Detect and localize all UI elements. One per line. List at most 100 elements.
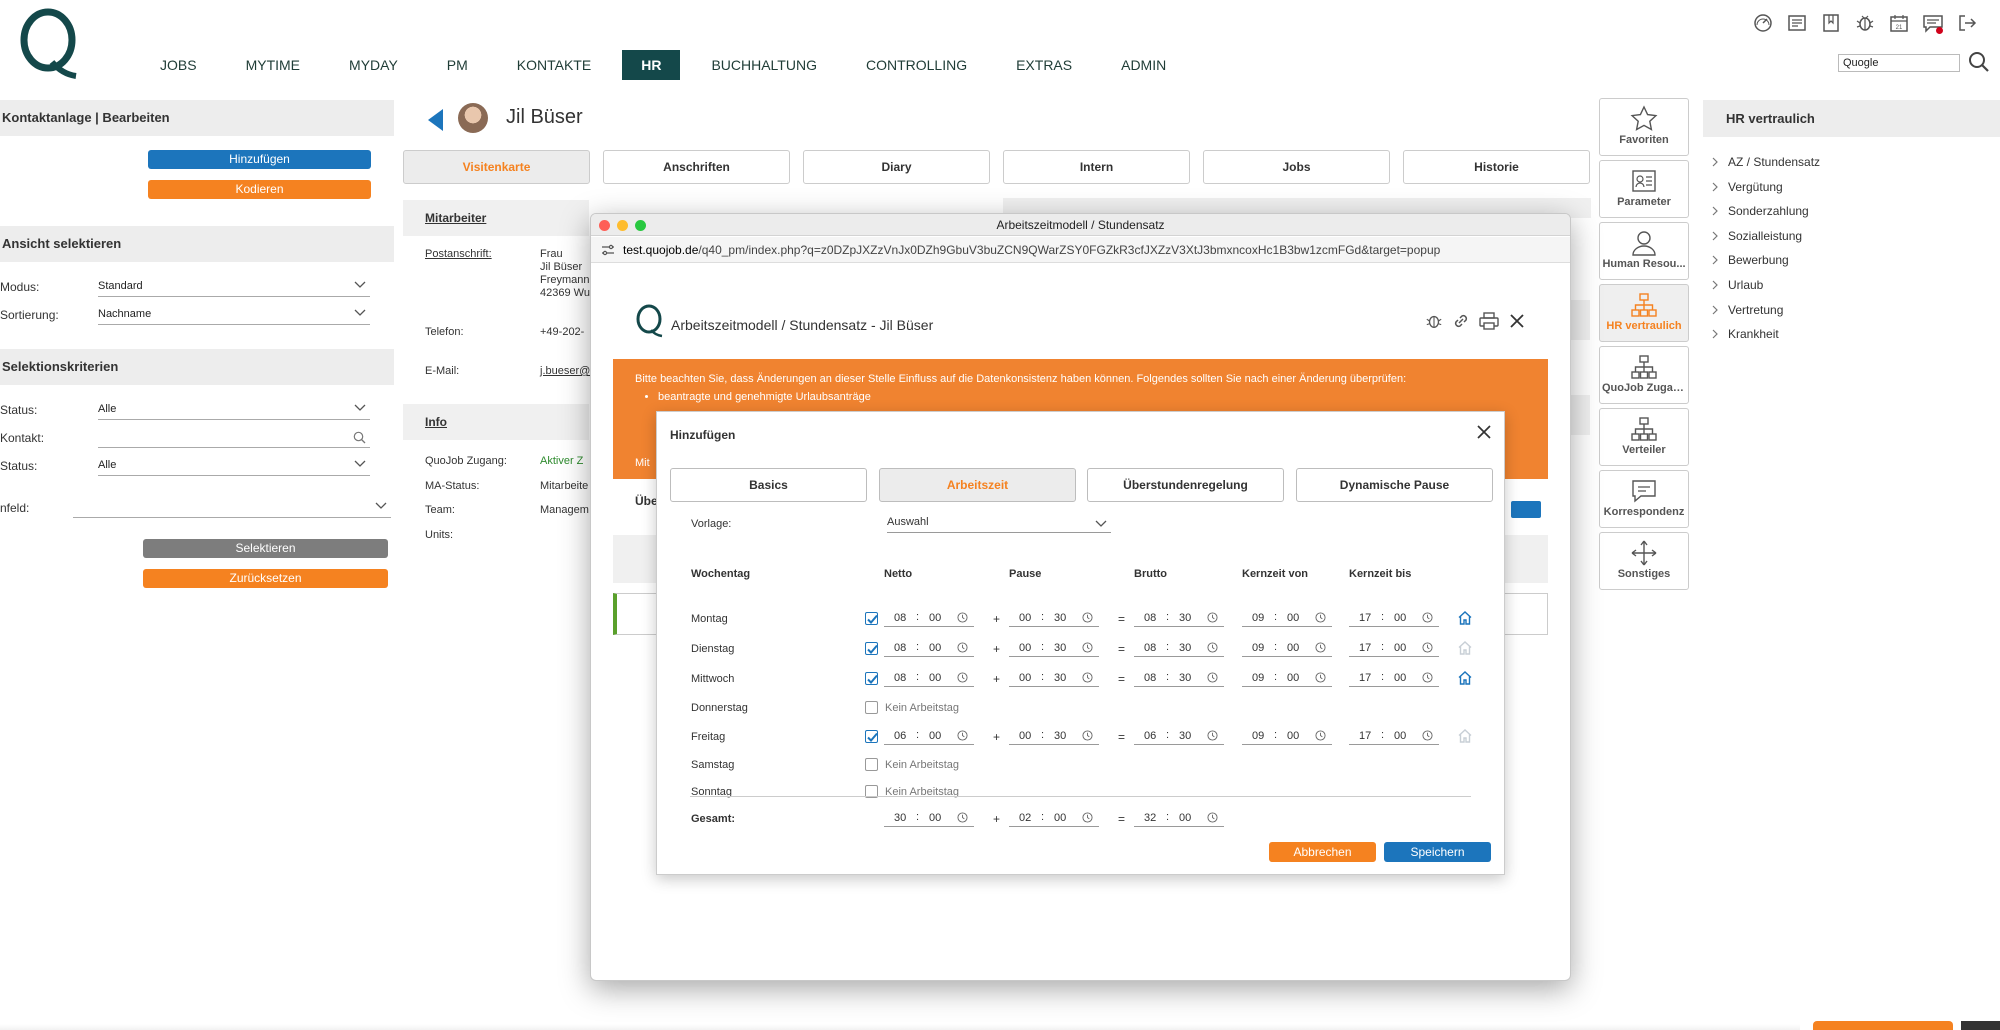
workday-checkbox[interactable] bbox=[865, 612, 878, 625]
pause-time-field[interactable]: 00:30 bbox=[1009, 729, 1099, 745]
phone-value[interactable]: +49-202- bbox=[540, 326, 584, 339]
window-minimize-dot[interactable] bbox=[617, 220, 628, 231]
brutto-time-field[interactable]: 08:30 bbox=[1134, 641, 1224, 657]
clock-icon[interactable] bbox=[1422, 642, 1433, 653]
parameter-button[interactable]: Parameter bbox=[1599, 160, 1689, 218]
clock-icon[interactable] bbox=[957, 642, 968, 653]
nav-item-hr[interactable]: HR bbox=[622, 50, 681, 80]
status-select-2[interactable]: Alle bbox=[98, 456, 370, 476]
clock-icon[interactable] bbox=[1315, 642, 1326, 653]
select-button[interactable]: Selektieren bbox=[143, 539, 388, 558]
status-select[interactable]: Alle bbox=[98, 400, 370, 420]
search-icon[interactable] bbox=[1968, 51, 1990, 73]
nav-item-jobs[interactable]: JOBS bbox=[142, 50, 215, 80]
clock-icon[interactable] bbox=[1082, 730, 1093, 741]
clock-icon[interactable] bbox=[1422, 730, 1433, 741]
tab-dynamische-pause[interactable]: Dynamische Pause bbox=[1296, 468, 1493, 502]
hr-menu-item[interactable]: Sozialleistung bbox=[1712, 229, 1802, 243]
core-time-to-field[interactable]: 17:00 bbox=[1349, 671, 1439, 687]
clock-icon[interactable] bbox=[1207, 612, 1218, 623]
correspondence-button[interactable]: Korrespondenz bbox=[1599, 470, 1689, 528]
nav-item-mytime[interactable]: MYTIME bbox=[228, 50, 318, 80]
add-button[interactable]: Hinzufügen bbox=[148, 150, 371, 169]
human-resources-button[interactable]: Human Resou... bbox=[1599, 222, 1689, 280]
home-office-icon[interactable] bbox=[1457, 670, 1473, 685]
hr-menu-item[interactable]: Krankheit bbox=[1712, 327, 1779, 341]
clock-icon[interactable] bbox=[957, 672, 968, 683]
misc-button[interactable]: Sonstiges bbox=[1599, 532, 1689, 590]
nav-item-controlling[interactable]: CONTROLLING bbox=[848, 50, 985, 80]
tab-ueberstundenregelung[interactable]: Überstundenregelung bbox=[1087, 468, 1284, 502]
total-netto-field[interactable]: 30:00 bbox=[884, 811, 974, 827]
total-brutto-field[interactable]: 32:00 bbox=[1134, 811, 1224, 827]
workday-checkbox[interactable] bbox=[865, 642, 878, 655]
tab-diary[interactable]: Diary bbox=[803, 150, 990, 184]
bottom-toolbar-dark[interactable] bbox=[1961, 1021, 2000, 1030]
hr-menu-item[interactable]: Sonderzahlung bbox=[1712, 204, 1809, 218]
workday-checkbox[interactable] bbox=[865, 701, 878, 714]
nav-item-pm[interactable]: PM bbox=[429, 50, 486, 80]
reset-button[interactable]: Zurücksetzen bbox=[143, 569, 388, 588]
favorites-button[interactable]: Favoriten bbox=[1599, 98, 1689, 156]
core-time-to-field[interactable]: 17:00 bbox=[1349, 729, 1439, 745]
email-link[interactable]: j.bueser@ bbox=[540, 365, 590, 378]
bookmark-icon[interactable] bbox=[1818, 11, 1844, 35]
core-time-to-field[interactable]: 17:00 bbox=[1349, 611, 1439, 627]
pause-time-field[interactable]: 00:30 bbox=[1009, 641, 1099, 657]
clock-icon[interactable] bbox=[1082, 672, 1093, 683]
core-time-from-field[interactable]: 09:00 bbox=[1242, 729, 1332, 745]
clock-icon[interactable] bbox=[1315, 612, 1326, 623]
window-zoom-dot[interactable] bbox=[635, 220, 646, 231]
hr-menu-item[interactable]: Vertretung bbox=[1712, 303, 1783, 317]
bug-icon[interactable] bbox=[1425, 312, 1443, 330]
bug-icon[interactable] bbox=[1852, 11, 1878, 35]
home-office-icon[interactable] bbox=[1457, 610, 1473, 625]
cancel-button[interactable]: Abbrechen bbox=[1269, 842, 1376, 862]
brutto-time-field[interactable]: 06:30 bbox=[1134, 729, 1224, 745]
core-time-from-field[interactable]: 09:00 bbox=[1242, 671, 1332, 687]
clock-icon[interactable] bbox=[1082, 812, 1093, 823]
nav-item-myday[interactable]: MYDAY bbox=[331, 50, 416, 80]
core-time-from-field[interactable]: 09:00 bbox=[1242, 611, 1332, 627]
workday-checkbox[interactable] bbox=[865, 758, 878, 771]
tab-visitenkarte[interactable]: Visitenkarte bbox=[403, 150, 590, 184]
quojob-access-button[interactable]: QuoJob Zugang bbox=[1599, 346, 1689, 404]
clock-icon[interactable] bbox=[1422, 672, 1433, 683]
home-office-icon[interactable] bbox=[1457, 728, 1473, 743]
home-office-icon[interactable] bbox=[1457, 640, 1473, 655]
hr-confidential-button[interactable]: HR vertraulich bbox=[1599, 284, 1689, 342]
mode-select[interactable]: Standard bbox=[98, 277, 370, 297]
clock-icon[interactable] bbox=[1082, 642, 1093, 653]
clock-icon[interactable] bbox=[1315, 730, 1326, 741]
tab-historie[interactable]: Historie bbox=[1403, 150, 1590, 184]
logout-icon[interactable] bbox=[1954, 11, 1980, 35]
clock-icon[interactable] bbox=[1207, 812, 1218, 823]
hr-menu-item[interactable]: AZ / Stundensatz bbox=[1712, 155, 1820, 169]
tab-anschriften[interactable]: Anschriften bbox=[603, 150, 790, 184]
tab-basics[interactable]: Basics bbox=[670, 468, 867, 502]
chat-icon[interactable] bbox=[1920, 11, 1946, 35]
hr-menu-item[interactable]: Bewerbung bbox=[1712, 253, 1789, 267]
window-close-dot[interactable] bbox=[599, 220, 610, 231]
brutto-time-field[interactable]: 08:30 bbox=[1134, 671, 1224, 687]
sort-select[interactable]: Nachname bbox=[98, 305, 370, 325]
template-select[interactable]: Auswahl bbox=[887, 516, 1111, 533]
brutto-time-field[interactable]: 08:30 bbox=[1134, 611, 1224, 627]
calendar-icon[interactable]: 21 bbox=[1886, 11, 1912, 35]
clock-icon[interactable] bbox=[957, 812, 968, 823]
tab-arbeitszeit[interactable]: Arbeitszeit bbox=[879, 468, 1076, 502]
field-select[interactable] bbox=[73, 498, 391, 518]
total-pause-field[interactable]: 02:00 bbox=[1009, 811, 1099, 827]
distribution-button[interactable]: Verteiler bbox=[1599, 408, 1689, 466]
nav-item-kontakte[interactable]: KONTAKTE bbox=[499, 50, 609, 80]
contact-input[interactable] bbox=[98, 428, 370, 448]
hr-menu-item[interactable]: Urlaub bbox=[1712, 278, 1763, 292]
workday-checkbox[interactable] bbox=[865, 672, 878, 685]
core-time-from-field[interactable]: 09:00 bbox=[1242, 641, 1332, 657]
nav-item-admin[interactable]: ADMIN bbox=[1103, 50, 1184, 80]
clock-icon[interactable] bbox=[957, 612, 968, 623]
code-button[interactable]: Kodieren bbox=[148, 180, 371, 199]
news-icon[interactable] bbox=[1784, 11, 1810, 35]
behind-button[interactable] bbox=[1511, 501, 1541, 518]
bottom-toolbar[interactable] bbox=[1813, 1021, 1953, 1030]
